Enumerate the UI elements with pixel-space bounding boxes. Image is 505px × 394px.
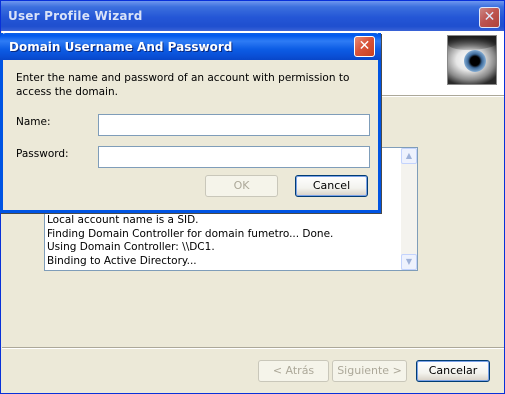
eye-lash-shape — [448, 36, 496, 50]
log-line: Binding to Active Directory... — [47, 254, 197, 267]
dialog-body: Enter the name and password of an accoun… — [3, 60, 378, 210]
dialog-description: Enter the name and password of an accoun… — [16, 72, 350, 98]
dialog-close-button[interactable]: ✕ — [354, 36, 375, 57]
close-icon: ✕ — [483, 9, 496, 25]
domain-credentials-dialog: Domain Username And Password ✕ Enter the… — [0, 33, 381, 213]
log-lines: Local account name is a SID. Finding Dom… — [47, 214, 397, 268]
wizard-title-bar[interactable]: User Profile Wizard ✕ — [1, 1, 504, 31]
close-icon: ✕ — [358, 38, 371, 54]
chevron-up-icon: ▲ — [405, 151, 413, 160]
wizard-title: User Profile Wizard — [8, 9, 143, 23]
log-line: Finding Domain Controller for domain fum… — [47, 227, 334, 240]
password-label: Password: — [16, 148, 69, 160]
dialog-title-bar[interactable]: Domain Username And Password ✕ — [0, 33, 381, 60]
scroll-up-button[interactable]: ▲ — [401, 148, 417, 164]
wizard-cancel-button[interactable]: Cancelar — [416, 360, 490, 382]
name-label: Name: — [16, 116, 51, 128]
footer-divider — [2, 347, 504, 349]
name-input[interactable] — [98, 114, 370, 136]
eye-icon — [447, 35, 497, 85]
chevron-down-icon: ▼ — [405, 257, 413, 266]
log-scrollbar[interactable]: ▲ ▼ — [401, 148, 417, 270]
next-button[interactable]: Siguiente > — [332, 360, 407, 382]
log-line: Using Domain Controller: \\DC1. — [47, 241, 215, 253]
password-input[interactable] — [98, 146, 370, 168]
dialog-cancel-button[interactable]: Cancel — [295, 175, 368, 197]
log-line: Local account name is a SID. — [47, 214, 199, 226]
wizard-close-button[interactable]: ✕ — [479, 7, 500, 28]
ok-button[interactable]: OK — [205, 175, 278, 197]
back-button[interactable]: < Atrás — [258, 360, 329, 382]
eye-iris-shape — [464, 50, 486, 72]
dialog-title: Domain Username And Password — [9, 40, 233, 54]
scroll-down-button[interactable]: ▼ — [401, 254, 417, 270]
